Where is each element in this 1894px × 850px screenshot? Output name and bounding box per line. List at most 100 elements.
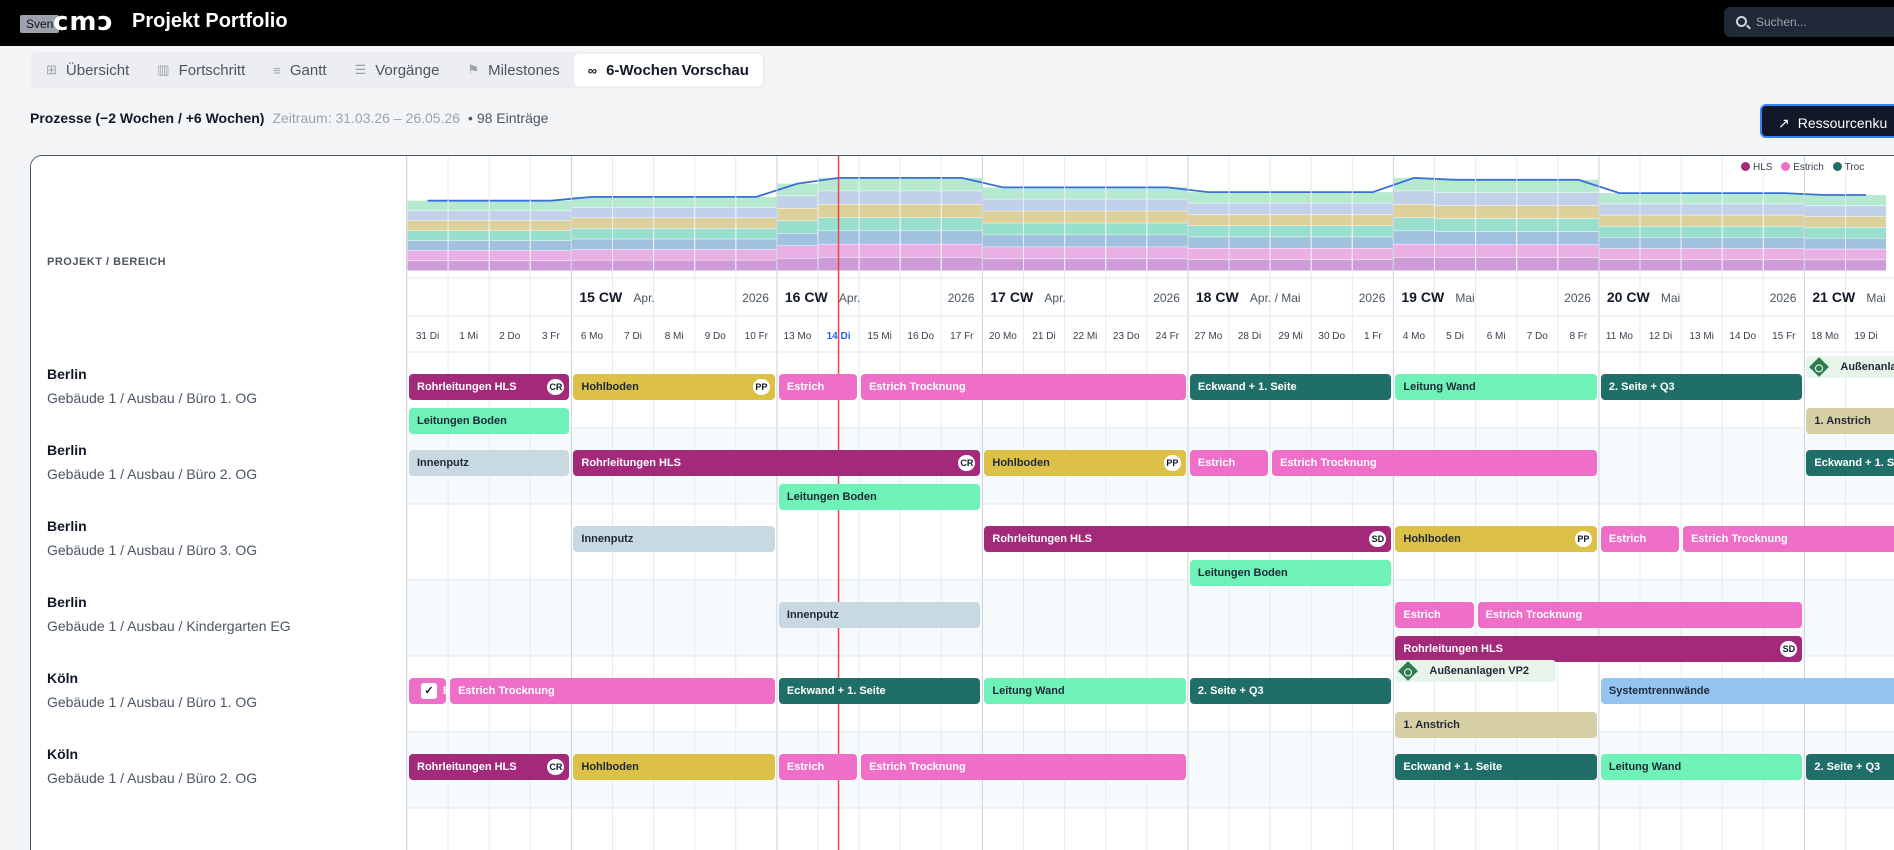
project-area: Gebäude 1 / Ausbau / Büro 2. OG bbox=[47, 770, 258, 786]
milestone-chip[interactable]: Außenanlagen VP2 bbox=[1395, 660, 1556, 682]
tab-6-week-preview[interactable]: ∞ 6-Wochen Vorschau bbox=[573, 54, 763, 86]
task-bar[interactable]: Hohlboden PP bbox=[573, 374, 775, 400]
task-label: Leitung Wand bbox=[1608, 761, 1682, 773]
task-bar[interactable]: Hohlboden PP bbox=[984, 450, 1186, 476]
resource-curve-button[interactable]: ↗ Ressourcenku bbox=[1760, 104, 1894, 138]
gantt-icon: ≡ bbox=[273, 62, 281, 78]
grid-icon: ⊞ bbox=[46, 62, 57, 77]
task-bar[interactable]: Rohrleitungen HLS CR bbox=[409, 754, 570, 780]
task-bar[interactable]: Eckwand + 1. Seite bbox=[778, 678, 981, 704]
task-bar[interactable]: Leitung Wand bbox=[984, 678, 1186, 704]
task-bar[interactable]: Estrich Trocknung bbox=[1272, 450, 1597, 476]
timeline-grid: 15 CW Apr. 2026 16 CW Apr. 2026 17 CW Apr. 2026 1… bbox=[406, 156, 1894, 850]
assignee-badge: CR bbox=[547, 759, 565, 775]
task-bar[interactable]: Leitung Wand bbox=[1600, 754, 1803, 780]
checkmark-icon: ✓ bbox=[421, 683, 437, 699]
tab-tasks[interactable]: ☰ Vorgänge bbox=[341, 54, 454, 86]
task-bar[interactable]: Eckwand + 1. Seite bbox=[1806, 450, 1894, 476]
task-bar[interactable]: Estrich bbox=[778, 374, 858, 400]
assignee-badge: CR bbox=[958, 455, 976, 471]
assignee-badge: SD bbox=[1369, 531, 1387, 547]
project-city: Berlin bbox=[47, 442, 87, 458]
tab-label: Milestones bbox=[488, 61, 560, 79]
task-bar[interactable]: Estrich bbox=[778, 754, 858, 780]
task-bar[interactable]: Estrich Trocknung bbox=[450, 678, 775, 704]
task-bar[interactable]: Estrich Trocknung bbox=[1477, 602, 1803, 628]
task-bar[interactable]: Rohrleitungen HLS CR bbox=[409, 374, 570, 400]
binoculars-icon: ∞ bbox=[587, 62, 598, 78]
task-label: Estrich bbox=[1403, 609, 1441, 621]
project-column: PROJEKT / BEREICH Berlin Gebäude 1 / Ausb… bbox=[31, 156, 407, 850]
task-bar[interactable]: Eckwand + 1. Seite bbox=[1395, 754, 1597, 780]
task-bar[interactable]: Leitungen Boden bbox=[778, 484, 981, 510]
legend-label: Troc bbox=[1844, 162, 1865, 173]
project-area: Gebäude 1 / Ausbau / Büro 1. OG bbox=[47, 694, 258, 710]
app-logo[interactable]: cmɔ bbox=[53, 7, 114, 37]
task-bar[interactable]: Estrich bbox=[1600, 526, 1680, 552]
project-row-label[interactable]: Köln Gebäude 1 / Ausbau / Büro 2. OG bbox=[47, 746, 257, 786]
milestone-icon bbox=[1398, 661, 1419, 681]
task-label: Estrich Trocknung bbox=[458, 685, 555, 697]
tab-label: 6-Wochen Vorschau bbox=[606, 61, 749, 79]
project-city: Berlin bbox=[47, 366, 87, 382]
task-bar[interactable]: Rohrleitungen HLS SD bbox=[984, 526, 1392, 552]
task-label: Leitungen Boden bbox=[1197, 567, 1288, 579]
task-label: Hohlboden bbox=[581, 761, 639, 773]
task-bar[interactable]: Eckwand + 1. Seite bbox=[1189, 374, 1392, 400]
top-bar: Sven cmɔ Projekt Portfolio Suchen... bbox=[0, 0, 1894, 46]
task-bar[interactable]: Rohrleitungen HLS CR bbox=[573, 450, 981, 476]
assignee-badge: PP bbox=[752, 379, 770, 395]
task-label: Leitung Wand bbox=[992, 685, 1065, 697]
task-label: Rohrleitungen HLS bbox=[417, 381, 517, 393]
task-bar[interactable]: Leitung Wand bbox=[1395, 374, 1597, 400]
tab-label: Fortschritt bbox=[178, 61, 246, 79]
project-city: Köln bbox=[47, 670, 79, 686]
task-label: Estrich bbox=[786, 761, 825, 773]
project-row-label[interactable]: Berlin Gebäude 1 / Ausbau / Büro 1. OG bbox=[47, 366, 257, 406]
schedule-panel: PROJEKT / BEREICH Berlin Gebäude 1 / Ausb… bbox=[30, 155, 1894, 850]
tab-gantt[interactable]: ≡ Gantt bbox=[259, 54, 340, 86]
task-bar[interactable]: Estrich Trocknung bbox=[1683, 526, 1894, 552]
milestone-chip[interactable]: Außenanlagen VP2 bbox=[1806, 356, 1894, 378]
tab-overview[interactable]: ⊞ Übersicht bbox=[32, 54, 143, 86]
task-bar[interactable]: Innenputz bbox=[409, 450, 570, 476]
project-row-label[interactable]: Berlin Gebäude 1 / Ausbau / Büro 2. OG bbox=[47, 442, 257, 482]
task-bar[interactable]: Estrich bbox=[1189, 450, 1269, 476]
search-input[interactable]: Suchen... bbox=[1724, 7, 1894, 37]
task-bar[interactable]: 1. Anstrich bbox=[1806, 408, 1894, 434]
project-city: Berlin bbox=[47, 594, 87, 610]
task-bar[interactable]: Estrich Trocknung bbox=[861, 374, 1186, 400]
task-bar[interactable]: ✓ Estrich bbox=[409, 678, 447, 704]
date-range: Zeitraum: 31.03.26 – 26.05.26 bbox=[272, 110, 461, 126]
project-city: Köln bbox=[47, 746, 79, 762]
tab-milestones[interactable]: ⚑ Milestones bbox=[453, 54, 573, 86]
task-label: Außenanlagen VP2 bbox=[1840, 361, 1894, 373]
app-title: Projekt Portfolio bbox=[132, 10, 288, 32]
project-row-label[interactable]: Berlin Gebäude 1 / Ausbau / Büro 3. OG bbox=[47, 518, 257, 558]
task-label: Eckwand + 1. Seite bbox=[1814, 457, 1894, 469]
project-row-label[interactable]: Köln Gebäude 1 / Ausbau / Büro 1. OG bbox=[47, 670, 257, 710]
legend-dot-trocken bbox=[1832, 162, 1842, 171]
task-bar[interactable]: Systemtrennwände bbox=[1600, 678, 1894, 704]
task-bar[interactable]: Innenputz bbox=[573, 526, 775, 552]
project-row-label[interactable]: Berlin Gebäude 1 / Ausbau / Kindergarten … bbox=[47, 594, 291, 634]
task-bar[interactable]: 2. Seite + Q3 bbox=[1600, 374, 1803, 400]
task-label: 2. Seite + Q3 bbox=[1814, 761, 1881, 773]
entry-count: • 98 Einträge bbox=[468, 110, 549, 126]
task-bar[interactable]: Estrich Trocknung bbox=[861, 754, 1186, 780]
task-bar[interactable]: Innenputz bbox=[778, 602, 981, 628]
task-bar[interactable]: Leitungen Boden bbox=[409, 408, 570, 434]
task-bar[interactable]: 1. Anstrich bbox=[1395, 712, 1597, 738]
assignee-badge: PP bbox=[1574, 531, 1592, 547]
task-bar[interactable]: Hohlboden PP bbox=[1395, 526, 1597, 552]
task-bar[interactable]: Rohrleitungen HLS SD bbox=[1395, 636, 1803, 662]
task-bar[interactable]: 2. Seite + Q3 bbox=[1806, 754, 1894, 780]
task-bar[interactable]: 2. Seite + Q3 bbox=[1189, 678, 1392, 704]
tab-progress[interactable]: ▥ Fortschritt bbox=[143, 54, 259, 86]
tab-label: Gantt bbox=[289, 61, 327, 79]
task-bar[interactable]: Estrich bbox=[1395, 602, 1474, 628]
milestone-icon bbox=[1809, 357, 1830, 377]
task-bar[interactable]: Leitungen Boden bbox=[1189, 560, 1392, 586]
task-label: 1. Anstrich bbox=[1403, 719, 1460, 731]
task-bar[interactable]: Hohlboden bbox=[573, 754, 775, 780]
